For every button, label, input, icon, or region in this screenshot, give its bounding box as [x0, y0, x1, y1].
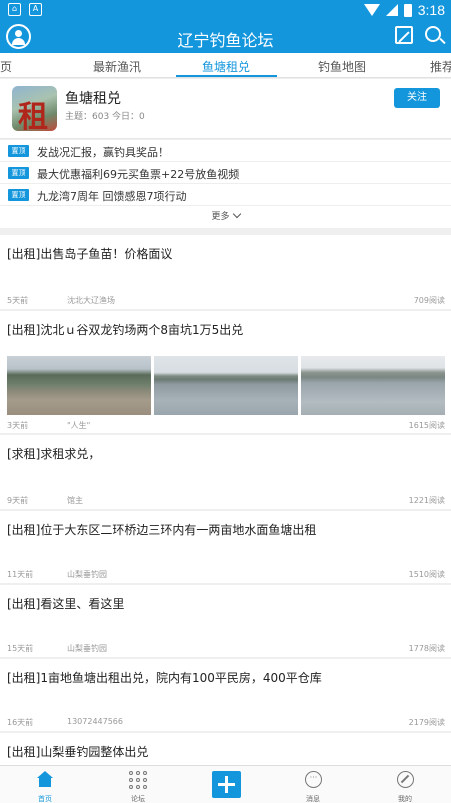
post-views: 1510阅读 — [408, 570, 445, 579]
compass-icon — [397, 771, 414, 788]
tab-pond-rental[interactable]: 鱼塘租兑 — [202, 58, 250, 75]
tab-fishing-map[interactable]: 钓鱼地图 — [318, 58, 366, 75]
category-tabs: 页 最新渔汛 鱼塘租兑 钓鱼地图 推荐 — [0, 53, 451, 78]
post-title: [出租]看这里、看这里 — [7, 597, 125, 611]
nav-home[interactable]: 首页 — [0, 766, 90, 803]
nav-forum[interactable]: 论坛 — [93, 766, 183, 803]
post-time: 16天前 — [7, 718, 34, 727]
pinned-badge: 置顶 — [8, 145, 29, 157]
post-title: [出租]1亩地鱼塘出租出兑，院内有100平民房，400平仓库 — [7, 671, 322, 685]
app-title: 辽宁钓鱼论坛 — [177, 31, 274, 50]
search-icon[interactable] — [425, 26, 441, 42]
pinned-item[interactable]: 置顶 最大优惠福利69元买鱼票+22号放鱼视频 — [0, 162, 451, 184]
post-title: [出租]山梨垂钓园整体出兑 — [7, 745, 149, 759]
status-bar: ⌂ A 3:18 — [0, 0, 451, 21]
post-time: 11天前 — [7, 570, 34, 579]
forum-header: 租 鱼塘租兑 主题：603 今日：0 关注 — [0, 79, 451, 139]
bottom-nav: 首页 论坛 ··· 消息 我的 — [0, 765, 451, 803]
home-icon — [37, 771, 53, 787]
post-item[interactable]: [出租]出售岛子鱼苗！价格面议 5天前 沈北大辽渔场 709阅读 — [0, 235, 451, 309]
post-time: 15天前 — [7, 644, 34, 653]
pinned-list: 置顶 发战况汇报，赢钓具奖品！ 置顶 最大优惠福利69元买鱼票+22号放鱼视频 … — [0, 140, 451, 228]
post-views: 1778阅读 — [408, 644, 445, 653]
tab-home[interactable]: 页 — [0, 58, 12, 75]
follow-button[interactable]: 关注 — [394, 88, 440, 108]
post-author[interactable]: 山梨垂钓园 — [67, 643, 107, 654]
post-author[interactable]: 13072447566 — [67, 717, 123, 726]
post-author[interactable]: 沈北大辽渔场 — [67, 295, 115, 306]
post-item[interactable]: [出租]山梨垂钓园整体出兑 — [0, 733, 451, 765]
post-author[interactable]: 山梨垂钓园 — [67, 569, 107, 580]
post-title: [出租]出售岛子鱼苗！价格面议 — [7, 247, 173, 261]
post-time: 9天前 — [7, 496, 29, 505]
pinned-item[interactable]: 置顶 九龙湾7周年 回馈感恩7项行动 — [0, 184, 451, 206]
wifi-icon — [363, 4, 380, 16]
forum-name: 鱼塘租兑 — [65, 91, 121, 107]
pinned-title: 最大优惠福利69元买鱼票+22号放鱼视频 — [37, 168, 240, 181]
notification-a-icon: A — [29, 3, 42, 16]
compose-icon[interactable] — [395, 26, 413, 44]
post-author[interactable]: 馆主 — [67, 495, 83, 506]
signal-icon — [385, 4, 398, 16]
post-time: 5天前 — [7, 296, 29, 305]
post-author[interactable]: "人生" — [67, 420, 90, 431]
tab-indicator — [176, 75, 277, 77]
status-time: 3:18 — [417, 2, 445, 18]
post-item[interactable]: [出租]1亩地鱼塘出租出兑，院内有100平民房，400平仓库 16天前 1307… — [0, 659, 451, 731]
forum-avatar: 租 — [12, 86, 57, 131]
more-pinned-button[interactable]: 更多 — [0, 206, 451, 228]
app-bar: 辽宁钓鱼论坛 — [0, 21, 451, 53]
nav-me[interactable]: 我的 — [360, 766, 450, 803]
pinned-badge: 置顶 — [8, 167, 29, 179]
grid-icon — [129, 771, 147, 789]
post-title: [出租]位于大东区二环桥边三环内有一两亩地水面鱼塘出租 — [7, 523, 317, 537]
post-item[interactable]: [出租]看这里、看这里 15天前 山梨垂钓园 1778阅读 — [0, 585, 451, 657]
post-views: 1615阅读 — [408, 421, 445, 430]
post-views: 709阅读 — [413, 296, 445, 305]
post-time: 3天前 — [7, 421, 29, 430]
nav-label: 论坛 — [131, 795, 145, 803]
pinned-item[interactable]: 置顶 发战况汇报，赢钓具奖品！ — [0, 140, 451, 162]
pinned-title: 发战况汇报，赢钓具奖品！ — [37, 146, 169, 159]
message-icon: ··· — [305, 771, 322, 788]
chevron-down-icon — [232, 209, 241, 219]
pinned-badge: 置顶 — [8, 189, 29, 201]
nav-label: 我的 — [398, 795, 412, 803]
tab-latest-fishing[interactable]: 最新渔汛 — [93, 58, 141, 75]
post-title: [求租]求租求兑， — [7, 447, 101, 461]
notification-app-icon: ⌂ — [8, 3, 21, 16]
post-title: [出租]沈北ｕ谷双龙钓场两个8亩坑1万5出兑 — [7, 323, 244, 337]
post-views: 2179阅读 — [408, 718, 445, 727]
nav-label: 首页 — [38, 795, 52, 803]
nav-messages[interactable]: ··· 消息 — [268, 766, 358, 803]
post-photo[interactable] — [7, 356, 151, 415]
post-photo[interactable] — [301, 356, 445, 415]
nav-label: 消息 — [306, 795, 320, 803]
post-item[interactable]: [出租]位于大东区二环桥边三环内有一两亩地水面鱼塘出租 11天前 山梨垂钓园 1… — [0, 511, 451, 583]
post-views: 1221阅读 — [408, 496, 445, 505]
tab-recommend[interactable]: 推荐 — [430, 58, 451, 75]
pinned-title: 九龙湾7周年 回馈感恩7项行动 — [37, 190, 187, 203]
post-item[interactable]: [出租]沈北ｕ谷双龙钓场两个8亩坑1万5出兑 3天前 "人生" 1615阅读 — [0, 311, 451, 433]
post-photo[interactable] — [154, 356, 298, 415]
post-item[interactable]: [求租]求租求兑， 9天前 馆主 1221阅读 — [0, 435, 451, 509]
plus-icon[interactable] — [212, 771, 241, 798]
battery-icon — [403, 3, 412, 17]
forum-stats: 主题：603 今日：0 — [65, 112, 145, 122]
more-label: 更多 — [211, 212, 230, 222]
forum-avatar-text: 租 — [18, 100, 48, 131]
